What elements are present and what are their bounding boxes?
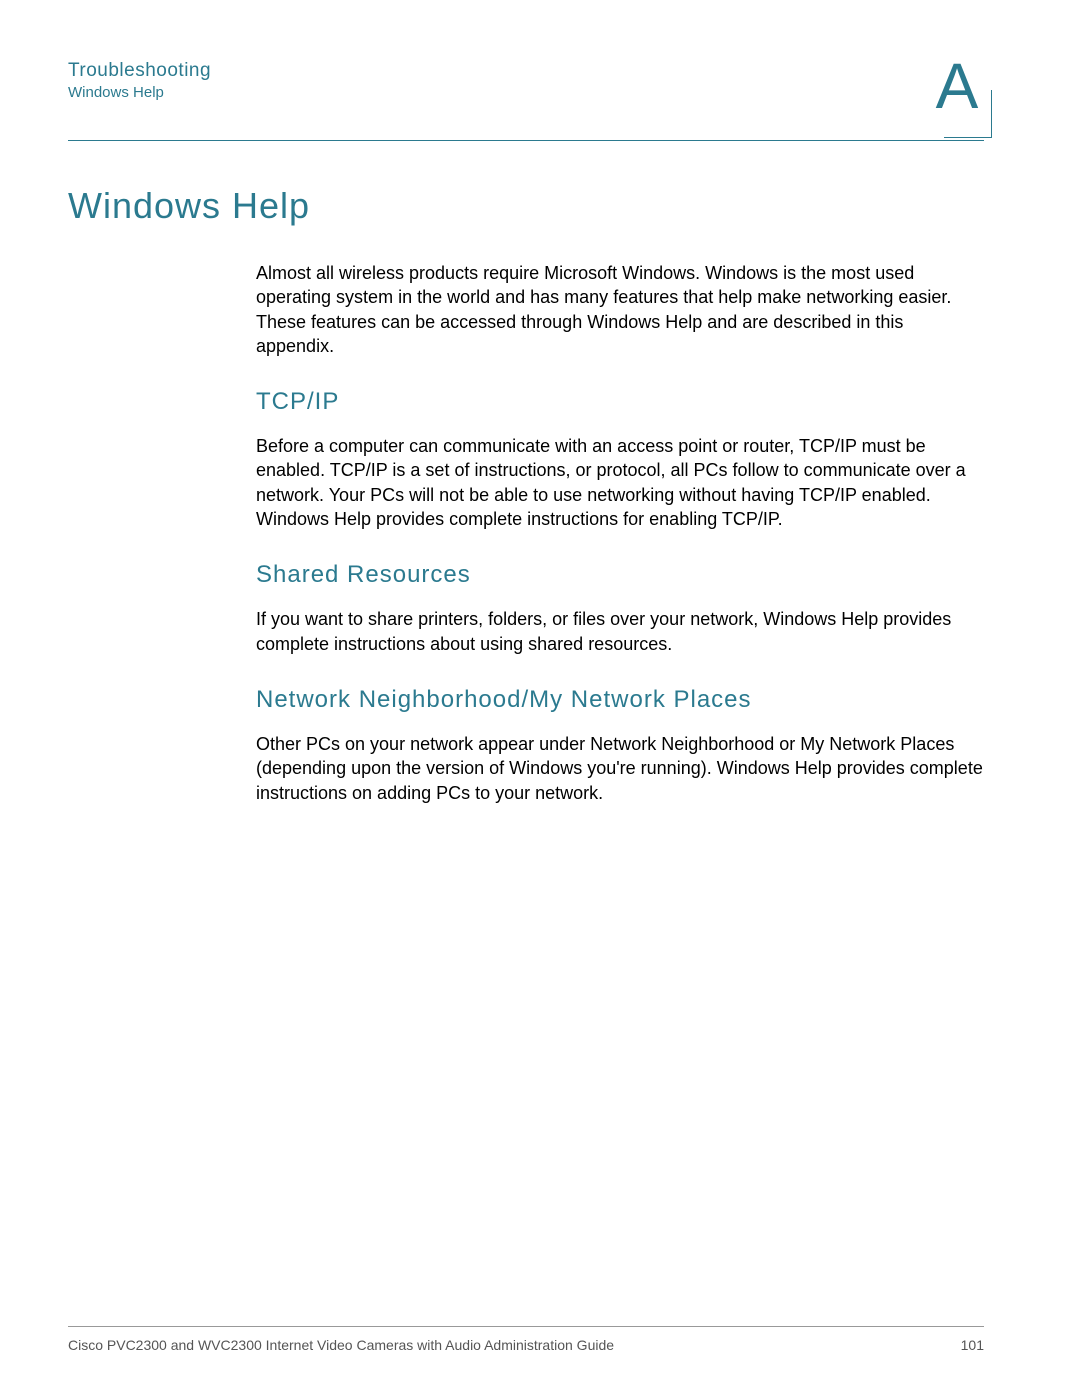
section-body: If you want to share printers, folders, … (256, 607, 984, 656)
content-area: Almost all wireless products require Mic… (256, 261, 984, 805)
footer-page-number: 101 (961, 1337, 984, 1353)
intro-paragraph: Almost all wireless products require Mic… (256, 261, 984, 358)
appendix-indicator: A (930, 54, 984, 132)
section-heading: TCP/IP (256, 388, 984, 416)
footer-divider (68, 1326, 984, 1327)
section-body: Before a computer can communicate with a… (256, 434, 984, 531)
section-heading: Network Neighborhood/My Network Places (256, 686, 984, 714)
header-left: Troubleshooting Windows Help (68, 54, 211, 101)
section-subtitle: Windows Help (68, 84, 211, 101)
document-page: Troubleshooting Windows Help A Windows H… (0, 0, 1080, 1397)
header-divider (68, 140, 984, 141)
section-heading: Shared Resources (256, 561, 984, 589)
page-title: Windows Help (68, 185, 984, 227)
page-footer: Cisco PVC2300 and WVC2300 Internet Video… (68, 1326, 984, 1353)
page-header: Troubleshooting Windows Help A (68, 54, 984, 132)
appendix-decoration (944, 90, 992, 138)
footer-row: Cisco PVC2300 and WVC2300 Internet Video… (68, 1337, 984, 1353)
section-body: Other PCs on your network appear under N… (256, 732, 984, 805)
footer-guide-title: Cisco PVC2300 and WVC2300 Internet Video… (68, 1337, 614, 1353)
chapter-title: Troubleshooting (68, 60, 211, 82)
